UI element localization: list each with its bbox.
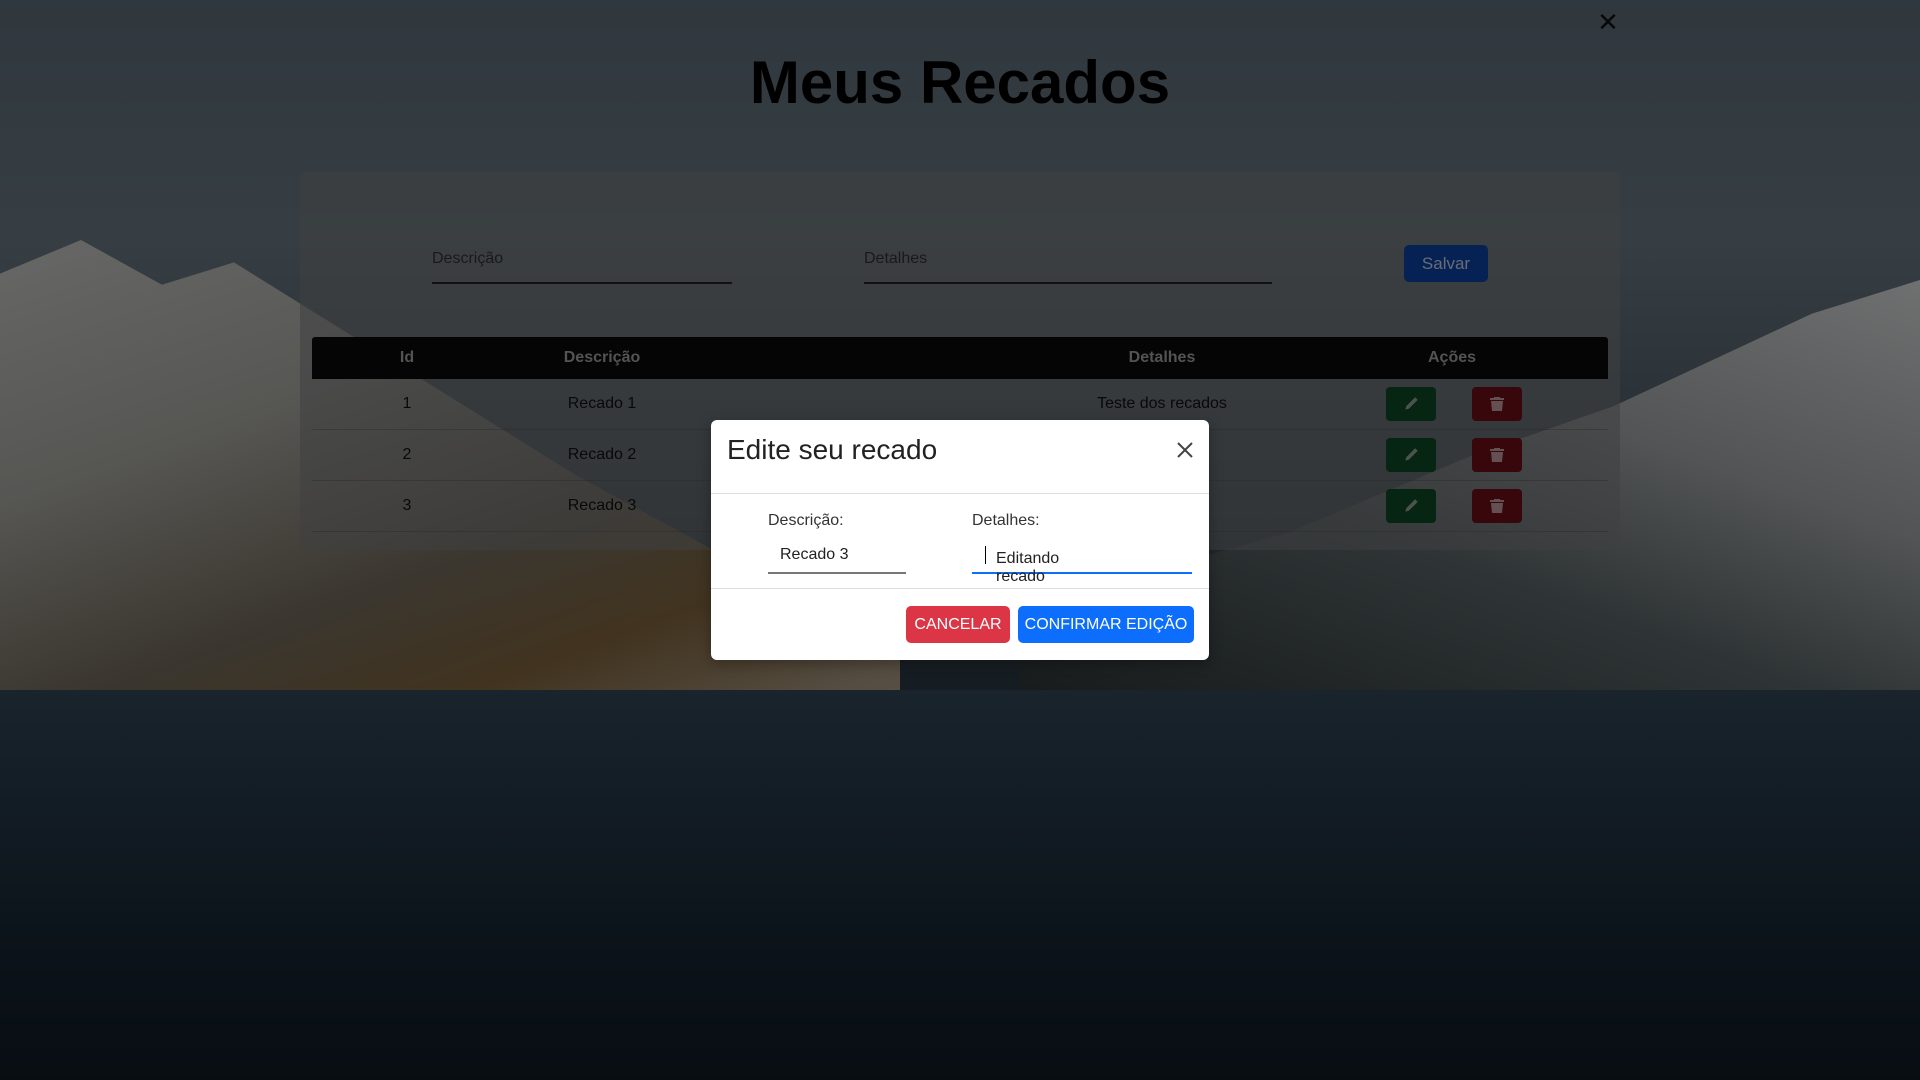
cancel-button[interactable]: CANCELAR [906, 606, 1010, 643]
detalhes-edit-value: Editando recado [996, 550, 1060, 585]
detalhes-label: Detalhes: [972, 512, 1040, 529]
descricao-edit-value: Recado 3 [780, 546, 849, 563]
descricao-edit-input[interactable]: Recado 3 [768, 542, 906, 574]
modal-divider [711, 588, 1209, 589]
close-icon [1177, 442, 1193, 458]
detalhes-edit-input[interactable]: Editando recado [972, 542, 1192, 585]
modal-title: Edite seu recado [727, 434, 938, 465]
edit-modal: Edite seu recado Descrição: Recado 3 Det… [711, 420, 1209, 660]
modal-close-button[interactable] [1173, 438, 1197, 462]
descricao-label: Descrição: [768, 512, 844, 529]
confirm-edit-button[interactable]: CONFIRMAR EDIÇÃO [1018, 606, 1194, 643]
text-caret [985, 546, 986, 564]
modal-divider [711, 493, 1209, 494]
